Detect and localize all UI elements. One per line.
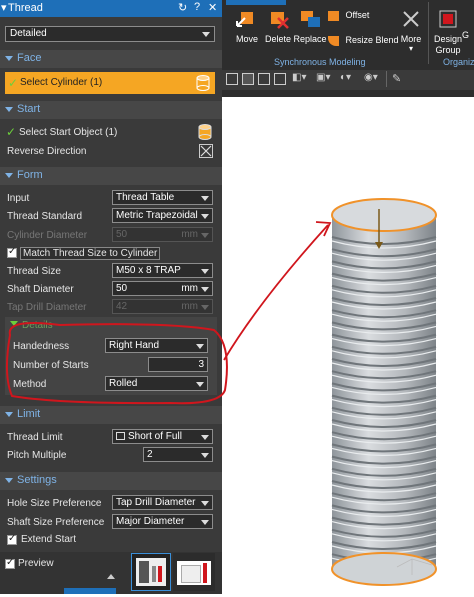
highlight-circle-annotation bbox=[6, 322, 228, 405]
annotation-arrow bbox=[223, 224, 329, 361]
arrowhead-icon bbox=[315, 221, 332, 237]
annotation-overlay bbox=[6, 221, 332, 405]
